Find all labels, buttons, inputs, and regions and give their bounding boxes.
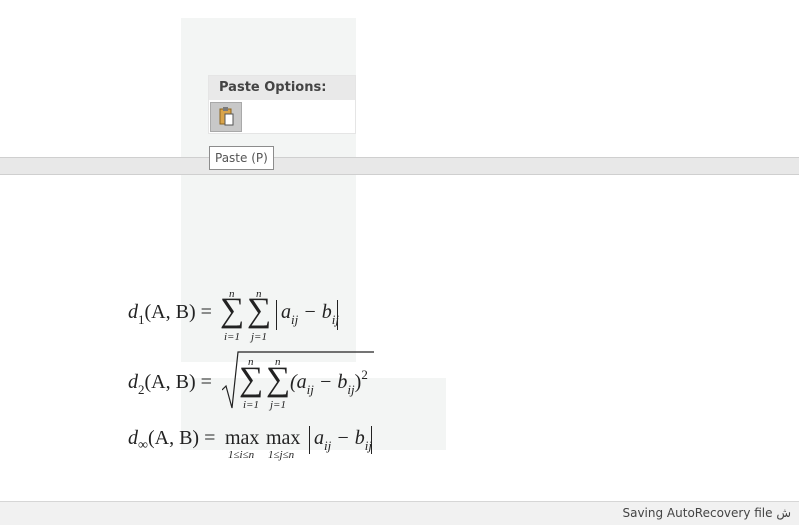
dinf-minus-b: − b	[331, 427, 365, 449]
dinf-symbol: d	[128, 427, 138, 449]
d1-subscript: 1	[138, 312, 145, 327]
dinf-abs-left	[309, 426, 310, 454]
dinf-a: a	[314, 427, 324, 449]
d2-b-sub: ij	[347, 382, 355, 397]
d2-sum2-lower: j=1	[270, 399, 286, 411]
d1-symbol: d	[128, 301, 138, 323]
paste-tooltip: Paste (P)	[209, 146, 274, 170]
d2-minus-b: − b	[313, 371, 348, 393]
d2-a-sub: ij	[306, 382, 314, 397]
d1-a: a	[281, 301, 291, 323]
dinf-abs-right	[371, 426, 372, 454]
d1-abs-left	[276, 300, 277, 330]
d1-sum1-lower: i=1	[224, 331, 240, 343]
d1-sum1-icon: ∑	[220, 292, 245, 329]
dinf-max1-lower: 1≤i≤n	[228, 449, 255, 461]
dinf-max2: max	[266, 427, 301, 449]
d2-sum1-lower: i=1	[243, 399, 259, 411]
dinf-max2-lower: 1≤j≤n	[268, 449, 295, 461]
d1-sum2-lower: j=1	[251, 331, 267, 343]
dinf-subscript: ∞	[138, 438, 148, 453]
equation-dinf: d∞(A, B) = max 1≤i≤n max 1≤j≤n aij − bij	[128, 424, 388, 464]
d1-sum2-icon: ∑	[247, 292, 272, 329]
d1-args: (A, B) =	[144, 301, 212, 323]
paste-options-menu: Paste Options:	[209, 76, 355, 133]
dinf-args: (A, B) =	[147, 427, 216, 449]
dinf-a-sub: ij	[324, 438, 332, 453]
d1-a-sub: ij	[291, 312, 299, 327]
d2-open-a: (a	[290, 371, 307, 393]
equation-d2: d2(A, B) = n ∑ i=1 n ∑ j=1 (aij − bij)2	[128, 350, 388, 412]
d2-sum2-icon: ∑	[266, 361, 291, 398]
d2-power: 2	[361, 367, 368, 382]
d1-abs-right	[337, 300, 338, 330]
status-text: Saving AutoRecovery file ش	[622, 506, 791, 520]
d2-args: (A, B) =	[144, 371, 212, 393]
dinf-max1: max	[225, 427, 260, 449]
equation-d1: d1(A, B) = n ∑ i=1 n ∑ j=1 aij − bij	[128, 288, 358, 344]
paste-keep-source-button[interactable]	[210, 102, 242, 132]
d2-subscript: 2	[138, 382, 145, 397]
paste-options-header: Paste Options:	[209, 76, 355, 100]
d1-minus-b: − b	[298, 301, 332, 323]
status-bar: Saving AutoRecovery file ش	[0, 501, 799, 525]
d2-sum1-icon: ∑	[239, 361, 264, 398]
page-separator	[0, 157, 799, 175]
clipboard-icon	[219, 107, 234, 126]
d2-symbol: d	[128, 371, 138, 393]
